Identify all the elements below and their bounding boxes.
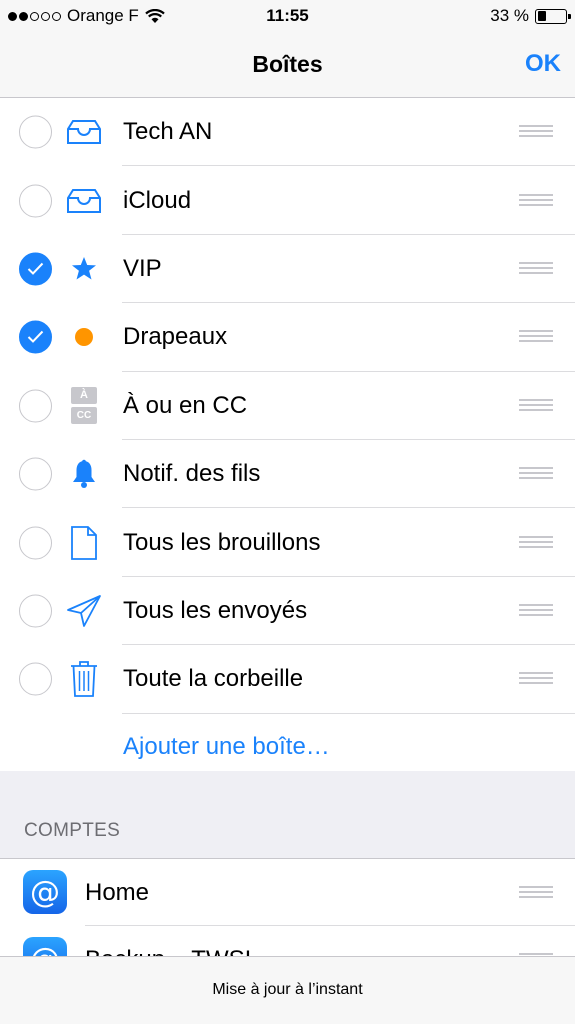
mailbox-row-drafts[interactable]: Tous les brouillons bbox=[0, 508, 575, 577]
mailbox-label: Toute la corbeille bbox=[123, 665, 304, 693]
star-icon bbox=[66, 249, 102, 289]
mailbox-label: VIP bbox=[123, 254, 162, 282]
checkbox-unchecked[interactable] bbox=[19, 526, 52, 560]
checkbox-unchecked[interactable] bbox=[19, 184, 52, 218]
reorder-handle-icon[interactable] bbox=[519, 535, 553, 550]
mailbox-label: iCloud bbox=[123, 186, 192, 214]
account-row-home[interactable]: @ Home bbox=[0, 859, 575, 926]
mailbox-label: Tous les brouillons bbox=[123, 528, 321, 556]
checkbox-checked[interactable] bbox=[19, 320, 52, 354]
clock: 11:55 bbox=[266, 6, 309, 25]
battery-icon bbox=[535, 8, 571, 24]
mailbox-row-tech-an[interactable]: Tech AN bbox=[0, 98, 575, 167]
sent-icon bbox=[66, 591, 102, 631]
section-title: COMPTES bbox=[24, 820, 121, 841]
bell-icon bbox=[66, 454, 102, 494]
to-cc-icon: À CC bbox=[66, 386, 102, 426]
mailbox-label: À ou en CC bbox=[123, 391, 248, 419]
navigation-bar: Boîtes OK bbox=[0, 34, 575, 98]
checkbox-unchecked[interactable] bbox=[19, 389, 52, 423]
to-badge: À bbox=[71, 387, 97, 405]
at-icon: @ bbox=[23, 870, 67, 914]
mailbox-list: Tech AN iCloud VIP Drapeaux À CC À ou en… bbox=[0, 98, 575, 782]
reorder-handle-icon[interactable] bbox=[519, 603, 553, 618]
reorder-handle-icon[interactable] bbox=[519, 885, 553, 900]
inbox-icon bbox=[66, 112, 102, 152]
mailbox-row-to-cc[interactable]: À CC À ou en CC bbox=[0, 372, 575, 440]
accounts-section-header: COMPTES bbox=[0, 771, 575, 859]
checkbox-unchecked[interactable] bbox=[19, 457, 52, 491]
mailbox-row-icloud[interactable]: iCloud bbox=[0, 166, 575, 235]
reorder-handle-icon[interactable] bbox=[519, 193, 553, 208]
mailbox-row-sent[interactable]: Tous les envoyés bbox=[0, 577, 575, 646]
checkbox-unchecked[interactable] bbox=[19, 594, 52, 628]
reorder-handle-icon[interactable] bbox=[519, 125, 553, 139]
reorder-handle-icon[interactable] bbox=[519, 330, 553, 344]
mailbox-label: Tech AN bbox=[123, 118, 213, 146]
mailbox-row-drapeaux[interactable]: Drapeaux bbox=[0, 303, 575, 372]
flag-dot-icon bbox=[66, 317, 102, 357]
checkbox-unchecked[interactable] bbox=[19, 115, 52, 149]
reorder-handle-icon[interactable] bbox=[519, 467, 553, 481]
checkbox-checked[interactable] bbox=[19, 252, 52, 286]
checkbox-unchecked[interactable] bbox=[19, 662, 52, 696]
cc-badge: CC bbox=[71, 407, 97, 425]
account-label: Home bbox=[85, 878, 150, 906]
inbox-icon bbox=[66, 181, 102, 221]
draft-icon bbox=[66, 523, 102, 563]
reorder-handle-icon[interactable] bbox=[519, 672, 553, 686]
reorder-handle-icon[interactable] bbox=[519, 261, 553, 276]
mailbox-row-vip[interactable]: VIP bbox=[0, 235, 575, 304]
mailbox-label: Tous les envoyés bbox=[123, 596, 308, 624]
reorder-handle-icon[interactable] bbox=[519, 398, 553, 413]
status-right: 33 % bbox=[490, 6, 571, 26]
bottom-toolbar: Mise à jour à l’instant bbox=[0, 956, 575, 1024]
trash-icon bbox=[66, 659, 102, 699]
ok-button[interactable]: OK bbox=[525, 50, 561, 78]
mailbox-row-thread-notifications[interactable]: Notif. des fils bbox=[0, 440, 575, 509]
mailbox-label: Notif. des fils bbox=[123, 460, 261, 488]
mailbox-label: Drapeaux bbox=[123, 323, 228, 351]
add-mailbox-link[interactable]: Ajouter une boîte… bbox=[123, 733, 330, 761]
update-status: Mise à jour à l’instant bbox=[212, 981, 363, 998]
battery-percent: 33 % bbox=[490, 6, 529, 25]
page-title: Boîtes bbox=[252, 51, 323, 77]
status-bar: Orange F 11:55 33 % bbox=[0, 0, 575, 34]
mailbox-row-trash[interactable]: Toute la corbeille bbox=[0, 645, 575, 714]
